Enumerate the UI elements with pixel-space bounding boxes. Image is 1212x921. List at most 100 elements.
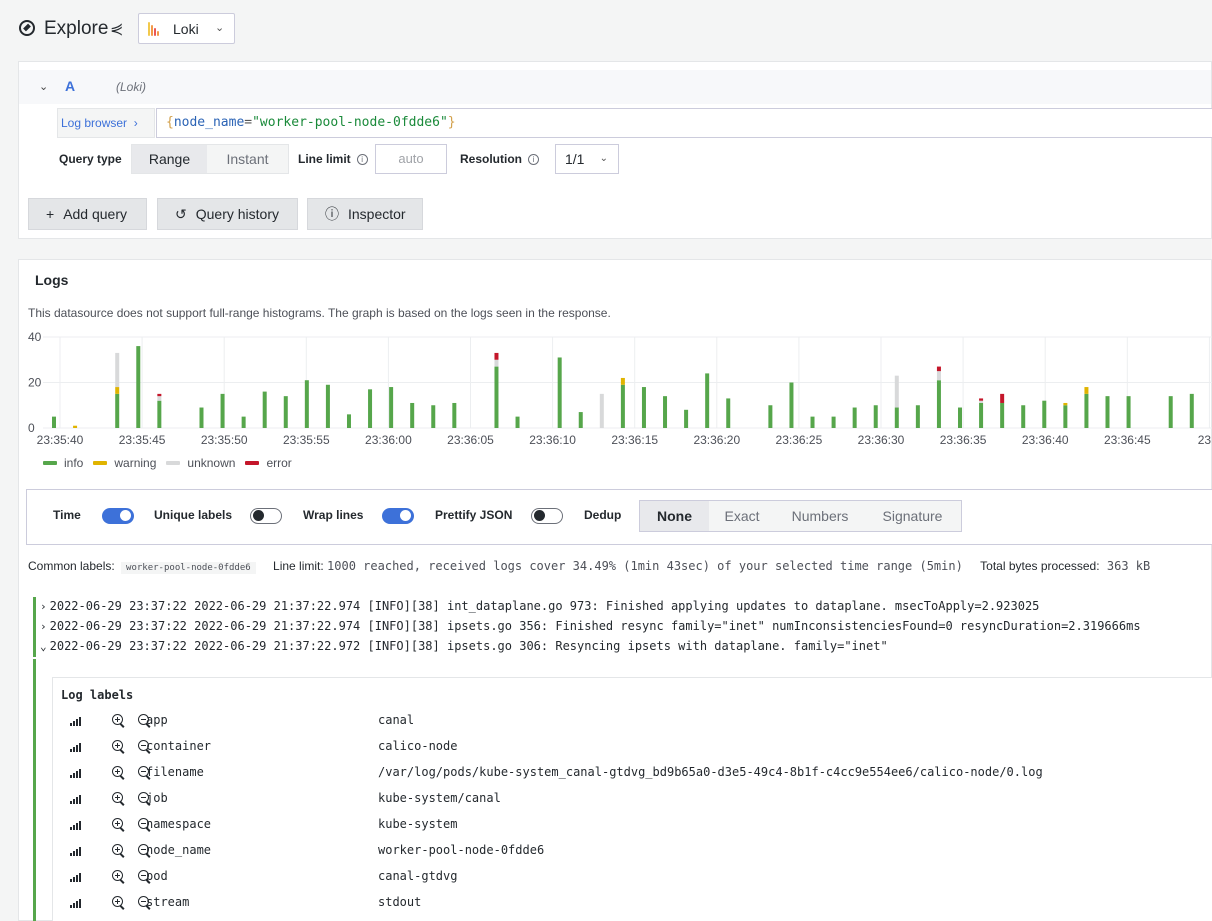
legend-item-warning[interactable]: warning <box>93 456 156 470</box>
datasource-name: Loki <box>173 21 199 37</box>
histogram-bar-info <box>810 416 815 428</box>
stats-icon[interactable] <box>70 899 81 908</box>
log-browser-button[interactable]: Log browser › <box>57 108 155 138</box>
info-icon[interactable]: i <box>356 154 368 166</box>
x-tick-label: 23:35:45 <box>119 433 166 447</box>
time-option-label: Time <box>53 508 81 522</box>
resolution-select[interactable]: 1/1 ⌄ <box>555 144 619 174</box>
wrap-lines-toggle[interactable] <box>382 508 414 524</box>
x-tick-label: 23:36:15 <box>611 433 658 447</box>
unique-labels-toggle[interactable] <box>250 508 282 524</box>
log-label-row: node_name worker-pool-node-0fdde6 <box>53 839 1212 865</box>
zoom-in-icon[interactable] <box>112 818 126 832</box>
add-query-label: Add query <box>63 206 128 222</box>
time-toggle[interactable] <box>102 508 134 524</box>
loki-logo-icon <box>148 22 160 36</box>
share-icon[interactable]: ⋞ <box>110 19 123 39</box>
info-icon[interactable]: i <box>528 154 539 166</box>
zoom-in-icon[interactable] <box>112 740 126 754</box>
histogram-bar-warning <box>115 387 120 394</box>
log-label-key: stream <box>146 895 190 909</box>
stats-icon[interactable] <box>70 717 81 726</box>
log-row[interactable]: › 2022-06-29 23:37:22 2022-06-29 21:37:22… <box>33 597 1212 617</box>
zoom-in-icon[interactable] <box>112 714 126 728</box>
stats-icon[interactable] <box>70 743 81 752</box>
histogram-bar-info <box>515 416 520 428</box>
histogram-bar-info <box>1084 393 1089 428</box>
bytes-processed-label: Total bytes processed: <box>980 559 1100 573</box>
dedup-none[interactable]: None <box>640 501 709 531</box>
query-editor-panel: ⌄ A (Loki) Log browser › {node_name="wor… <box>18 61 1212 239</box>
query-type-range[interactable]: Range <box>132 145 207 173</box>
expr-label-value: "worker-pool-node-0fdde6" <box>252 115 448 130</box>
expr-label-key: node_name <box>173 115 245 130</box>
dedup-numbers[interactable]: Numbers <box>775 501 865 531</box>
collapse-chevron-icon[interactable]: ⌄ <box>39 80 48 93</box>
histogram-bar-info <box>283 396 288 428</box>
query-expression-input[interactable]: {node_name="worker-pool-node-0fdde6"} <box>156 108 1212 138</box>
log-label-key: node_name <box>146 843 212 857</box>
zoom-in-icon[interactable] <box>112 792 126 806</box>
histogram-bar-info <box>936 380 941 428</box>
legend-swatch <box>93 461 108 465</box>
log-label-row: app canal <box>53 709 1212 735</box>
histogram-bar-info <box>220 393 225 428</box>
query-history-label: Query history <box>195 206 279 222</box>
histogram-bar-info <box>1168 396 1173 428</box>
histogram-bar-info <box>494 366 499 428</box>
legend-swatch <box>166 461 181 465</box>
log-row[interactable]: › 2022-06-29 23:37:22 2022-06-29 21:37:22… <box>33 617 1212 637</box>
legend-item-unknown[interactable]: unknown <box>166 456 235 470</box>
page-title: Explore <box>44 18 109 39</box>
histogram-bar-error <box>936 366 941 372</box>
line-limit-text: Line limit <box>298 152 351 166</box>
legend-swatch <box>245 461 260 465</box>
prettify-json-toggle[interactable] <box>531 508 563 524</box>
datasource-picker[interactable]: Loki ⌄ <box>138 13 235 44</box>
x-tick-label: 23:36:05 <box>447 433 494 447</box>
legend-item-error[interactable]: error <box>245 456 292 470</box>
dedup-exact[interactable]: Exact <box>709 501 775 531</box>
inspector-button[interactable]: ⓘ Inspector <box>307 198 423 230</box>
dedup-signature[interactable]: Signature <box>865 501 960 531</box>
stats-icon[interactable] <box>70 847 81 856</box>
query-history-button[interactable]: ↺ Query history <box>157 198 298 230</box>
histogram-bar-info <box>1021 405 1026 428</box>
stats-icon[interactable] <box>70 795 81 804</box>
logs-title: Logs <box>35 272 69 288</box>
info-circle-icon: ⓘ <box>325 206 339 222</box>
add-query-button[interactable]: + Add query <box>28 198 147 230</box>
zoom-in-icon[interactable] <box>112 896 126 910</box>
histogram-bar-unknown <box>115 352 120 388</box>
zoom-in-icon[interactable] <box>112 844 126 858</box>
zoom-in-icon[interactable] <box>112 870 126 884</box>
bytes-processed-value: 363 kB <box>1106 559 1151 573</box>
query-type-toggle: Range Instant <box>131 144 289 174</box>
legend-label: unknown <box>187 456 236 470</box>
stats-icon[interactable] <box>70 821 81 830</box>
histogram-bar-info <box>136 346 141 428</box>
histogram-bar-info <box>768 405 773 428</box>
histogram-bar-warning <box>1084 387 1089 394</box>
legend-item-info[interactable]: info <box>43 456 83 470</box>
query-type-label: Query type <box>59 152 122 166</box>
log-label-row: job kube-system/canal <box>53 787 1212 813</box>
history-icon: ↺ <box>175 206 187 222</box>
histogram-bar-error <box>1000 393 1005 403</box>
histogram-bar-unknown <box>936 371 941 381</box>
x-tick-label: 23:36:10 <box>529 433 576 447</box>
log-level-bar <box>33 659 36 921</box>
log-labels-title: Log labels <box>61 688 134 702</box>
stats-icon[interactable] <box>70 769 81 778</box>
line-limit-input[interactable]: auto <box>375 144 447 174</box>
query-ref-id[interactable]: A <box>65 78 75 94</box>
query-type-instant[interactable]: Instant <box>207 145 288 173</box>
histogram-bar-info <box>663 396 668 428</box>
zoom-in-icon[interactable] <box>112 766 126 780</box>
x-tick-label: 23:36:35 <box>940 433 987 447</box>
histogram-bar-info <box>262 391 267 428</box>
stats-icon[interactable] <box>70 873 81 882</box>
log-row-text: 2022-06-29 23:37:22 2022-06-29 21:37:22.… <box>49 619 1141 633</box>
log-row-expanded[interactable]: ⌄ 2022-06-29 23:37:22 2022-06-29 21:37:22… <box>33 637 1212 657</box>
log-label-key: job <box>146 791 168 805</box>
